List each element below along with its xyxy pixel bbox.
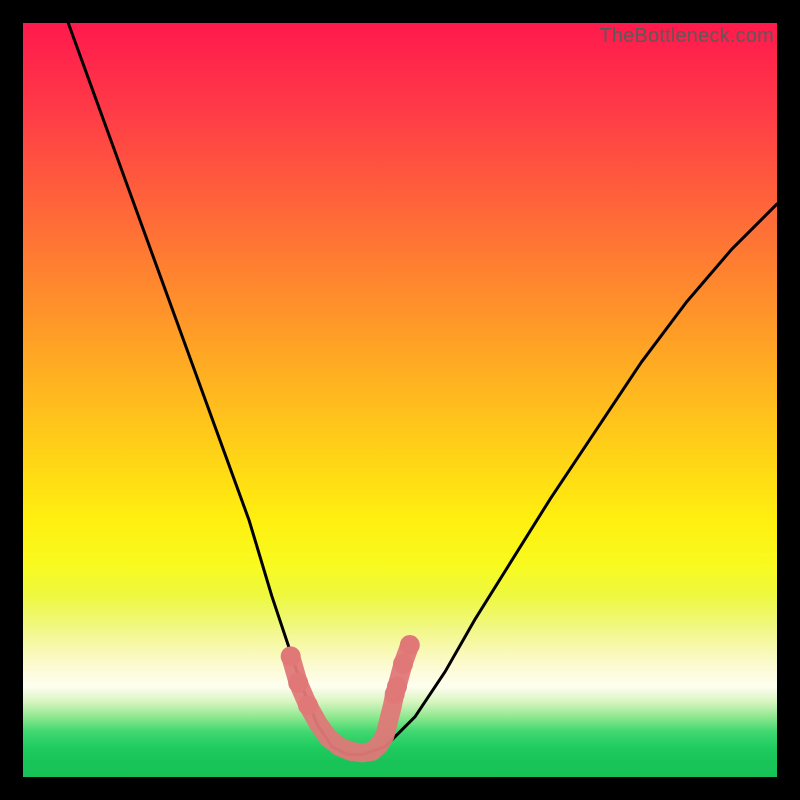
plot-area: [23, 23, 777, 777]
bottleneck-curve: [68, 23, 777, 754]
optimal-range-marker: [281, 635, 420, 753]
watermark-text: TheBottleneck.com: [599, 25, 774, 48]
plot-svg: [23, 23, 777, 777]
chart-frame: TheBottleneck.com: [0, 0, 800, 800]
